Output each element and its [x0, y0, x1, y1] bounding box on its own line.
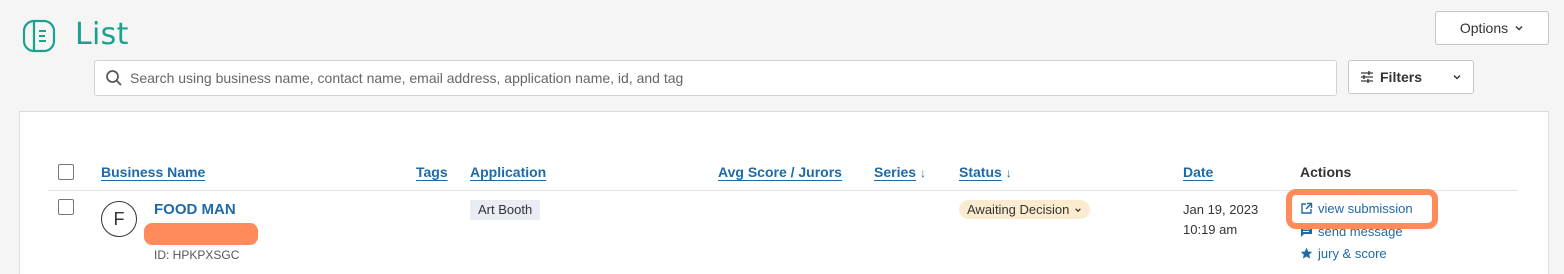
filters-label: Filters — [1380, 69, 1423, 85]
column-tags[interactable]: Tags — [416, 164, 448, 180]
column-status[interactable]: Status ↓ — [959, 164, 1012, 180]
search-bar[interactable] — [94, 60, 1337, 96]
sliders-icon — [1361, 71, 1373, 83]
jury-score-link[interactable]: jury & score — [1300, 246, 1387, 261]
options-label: Options — [1459, 20, 1509, 36]
application-chip: Art Booth — [470, 200, 541, 220]
list-doc-icon — [22, 19, 56, 53]
column-series[interactable]: Series ↓ — [874, 164, 926, 180]
view-submission-link[interactable]: view submission — [1300, 201, 1413, 216]
sort-down-icon: ↓ — [1005, 166, 1012, 180]
external-link-icon — [1301, 202, 1313, 214]
chevron-down-icon — [1453, 75, 1461, 80]
business-id: ID: HPKPXSGC — [154, 248, 240, 262]
options-button[interactable]: Options — [1435, 11, 1549, 45]
column-application[interactable]: Application — [470, 164, 546, 180]
column-status-label: Status — [959, 164, 1002, 180]
row-checkbox[interactable] — [58, 199, 74, 215]
select-all-checkbox[interactable] — [58, 164, 74, 180]
column-avg-score[interactable]: Avg Score / Jurors — [718, 164, 842, 180]
filters-button[interactable]: Filters — [1348, 60, 1474, 94]
status-dropdown[interactable]: Awaiting Decision — [959, 200, 1091, 219]
redaction-mark — [144, 223, 258, 245]
column-actions: Actions — [1300, 164, 1352, 180]
column-business-name[interactable]: Business Name — [101, 164, 205, 180]
avatar: F — [101, 201, 137, 237]
chevron-down-icon — [1515, 26, 1523, 31]
avatar-initial: F — [113, 208, 125, 229]
submission-time: 10:19 am — [1183, 222, 1238, 237]
status-label: Awaiting Decision — [967, 202, 1070, 217]
column-date[interactable]: Date — [1183, 164, 1213, 180]
page-title: List — [75, 17, 129, 52]
view-submission-label: view submission — [1318, 201, 1413, 216]
search-icon — [106, 70, 122, 86]
search-input[interactable] — [130, 70, 1310, 86]
column-series-label: Series — [874, 164, 917, 180]
business-name-link[interactable]: FOOD MAN — [154, 201, 236, 218]
sort-down-icon: ↓ — [920, 166, 927, 180]
chevron-down-icon — [1075, 207, 1082, 212]
submission-date: Jan 19, 2023 — [1183, 202, 1259, 217]
star-icon — [1300, 247, 1313, 259]
jury-score-label: jury & score — [1318, 246, 1387, 261]
